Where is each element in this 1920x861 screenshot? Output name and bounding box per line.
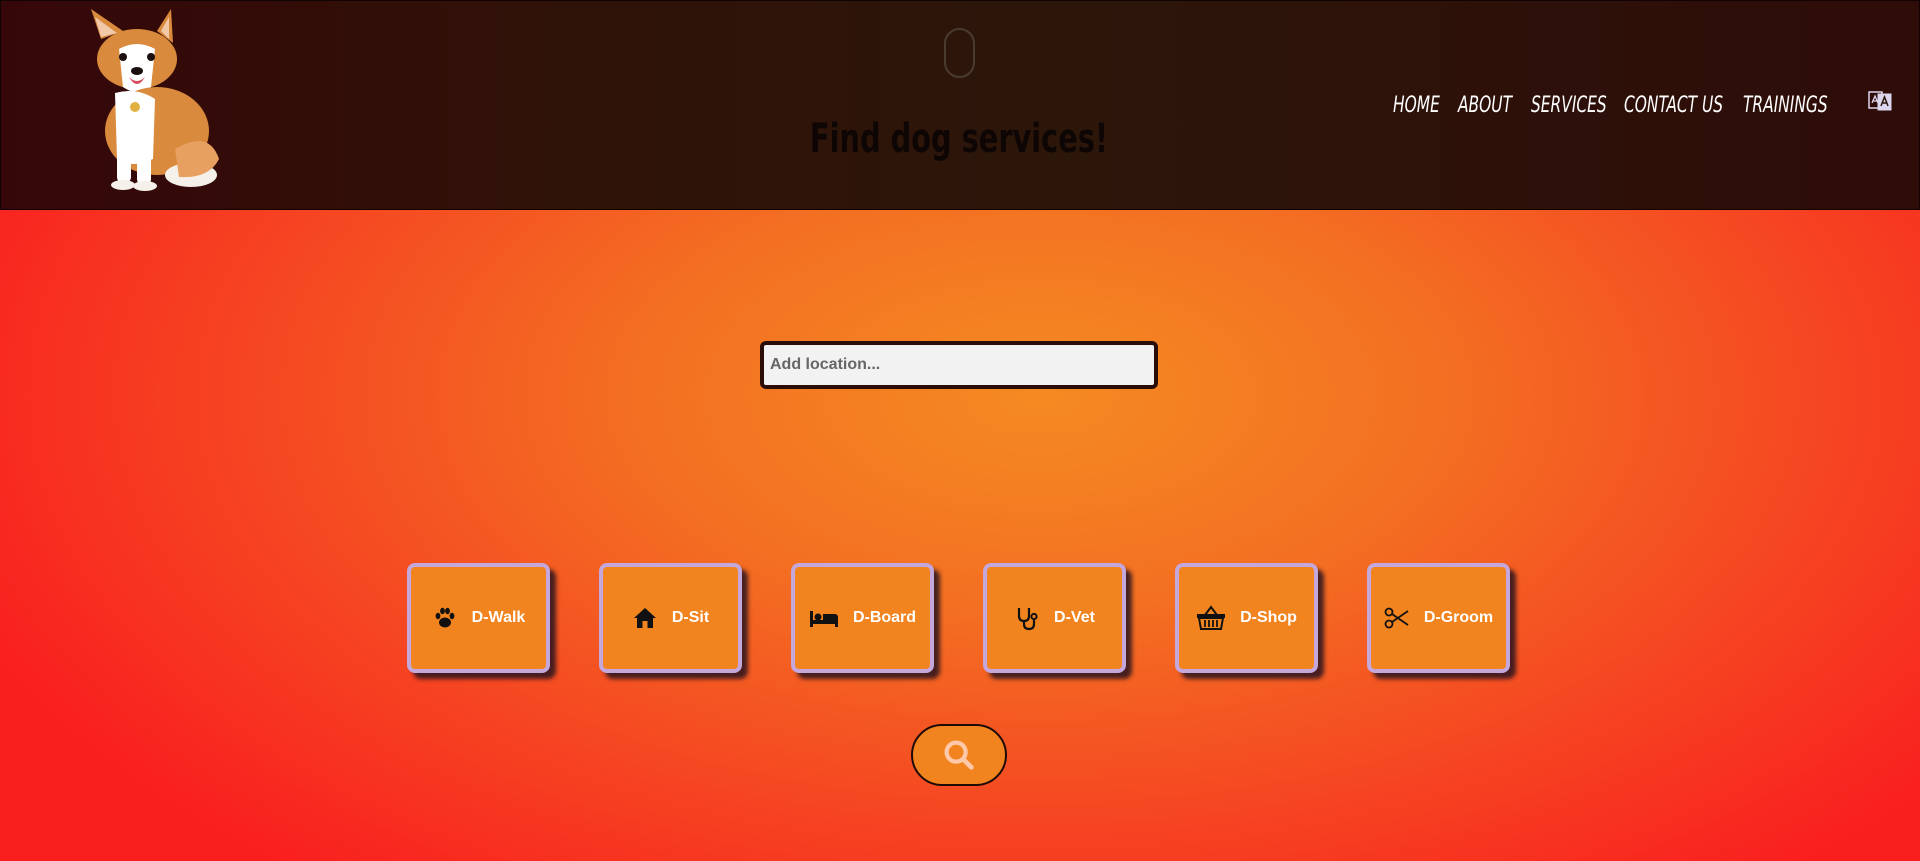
- service-buttons: D-Walk D-Sit D-Board D-Vet D-Shop D-Groo…: [407, 563, 1512, 673]
- scissors-icon: [1384, 605, 1410, 631]
- service-label: D-Shop: [1240, 609, 1297, 626]
- service-button-d-board[interactable]: D-Board: [791, 563, 934, 673]
- nav-about-link[interactable]: ABOUT: [1458, 93, 1512, 118]
- service-label: D-Sit: [671, 609, 710, 626]
- stethoscope-icon: [1014, 605, 1040, 631]
- service-label: D-Walk: [471, 609, 526, 626]
- site-header: Find dog services! HOME ABOUT SERVICES C…: [0, 0, 1920, 210]
- nav-trainings-link[interactable]: TRAININGS: [1743, 93, 1828, 118]
- service-button-d-shop[interactable]: D-Shop: [1175, 563, 1318, 673]
- home-icon: [632, 605, 658, 631]
- location-search: [760, 341, 1158, 389]
- paw-icon: [432, 605, 458, 631]
- service-button-d-groom[interactable]: D-Groom: [1367, 563, 1510, 673]
- nav-home-link[interactable]: HOME: [1393, 93, 1440, 118]
- location-input[interactable]: [764, 345, 1154, 385]
- nav-contact-link[interactable]: CONTACT US: [1624, 93, 1723, 118]
- page-title: Find dog services!: [809, 116, 1109, 162]
- search-icon: [944, 740, 974, 770]
- bed-icon: [809, 605, 839, 631]
- service-button-d-walk[interactable]: D-Walk: [407, 563, 550, 673]
- service-button-d-sit[interactable]: D-Sit: [599, 563, 742, 673]
- service-label: D-Vet: [1054, 609, 1095, 626]
- corgi-logo[interactable]: [79, 9, 229, 191]
- main-nav: HOME ABOUT SERVICES CONTACT US TRAININGS: [1393, 87, 1852, 123]
- search-button[interactable]: [911, 724, 1007, 786]
- service-button-d-vet[interactable]: D-Vet: [983, 563, 1126, 673]
- service-label: D-Groom: [1423, 609, 1494, 626]
- translate-icon[interactable]: [1868, 89, 1892, 113]
- nav-services-link[interactable]: SERVICES: [1531, 93, 1607, 118]
- service-label: D-Board: [852, 609, 917, 626]
- basket-icon: [1196, 605, 1226, 631]
- theme-toggle[interactable]: [944, 28, 975, 78]
